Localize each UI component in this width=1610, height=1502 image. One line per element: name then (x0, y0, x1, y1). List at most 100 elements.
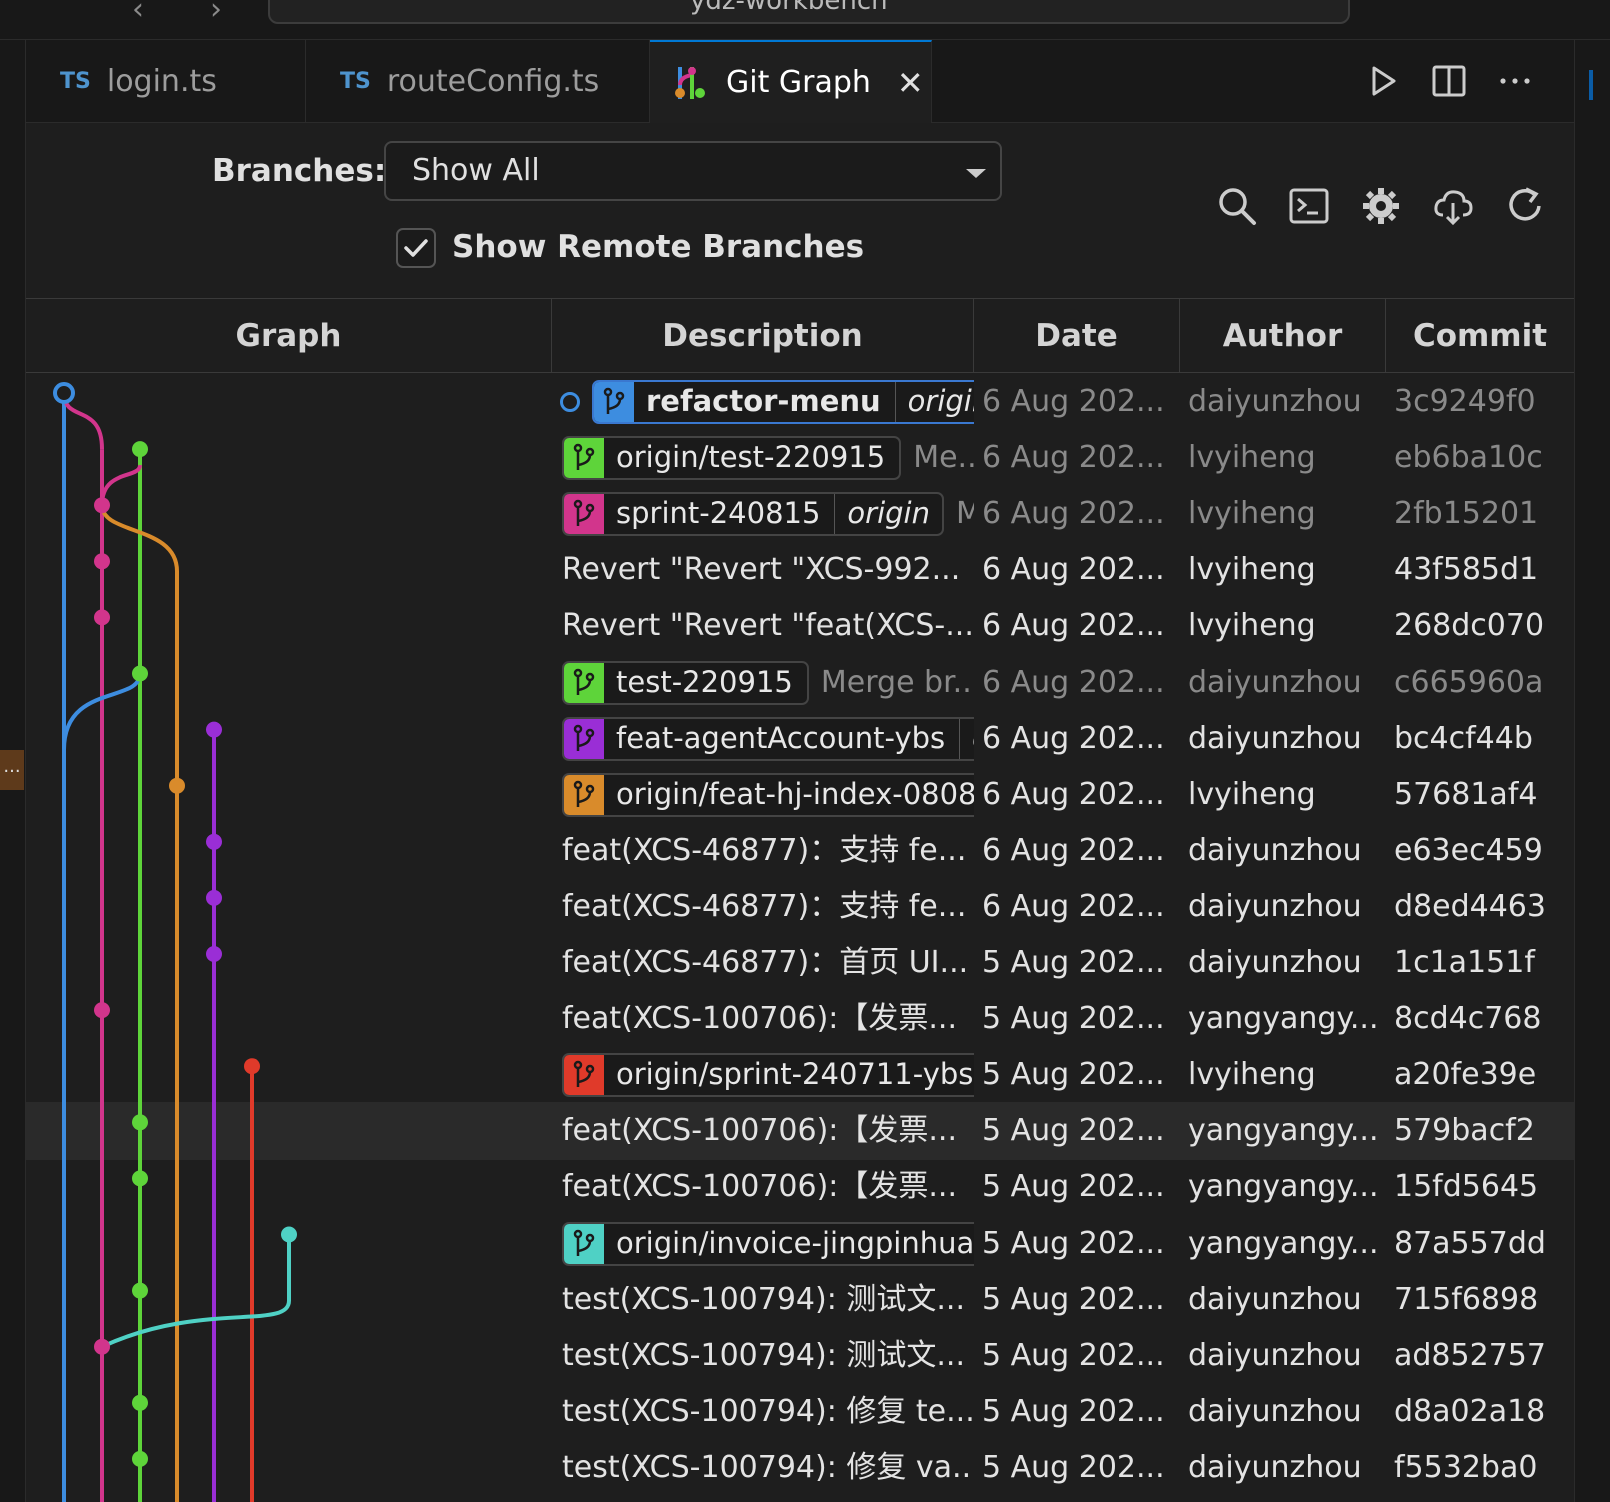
commit-dot[interactable] (206, 833, 222, 850)
commit-hash: 43f585d1 (1394, 552, 1539, 588)
commit-author: daiyunzhou (1188, 888, 1362, 924)
commit-author: lvyiheng (1188, 440, 1316, 476)
title-bar: ‹ › ydz-workbench (0, 0, 1610, 40)
commit-hash: 2fb15201 (1394, 496, 1539, 532)
commit-hash: 715f6898 (1394, 1281, 1539, 1317)
commit-author: yangyangy... (1188, 1169, 1379, 1205)
branch-name: test-220915 (616, 664, 793, 699)
commit-author: daiyunzhou (1188, 1393, 1362, 1429)
branch-icon (564, 1055, 604, 1096)
branch-label[interactable]: feat-agentAccount-ybs or (562, 716, 974, 761)
commit-dot[interactable] (132, 1114, 148, 1131)
commit-dot[interactable] (94, 497, 110, 514)
commit-dot[interactable] (206, 721, 222, 738)
branch-name: refactor-menu (646, 384, 881, 418)
branch-label[interactable]: origin/sprint-240711-ybs (562, 1053, 974, 1098)
commit-date: 6 Aug 202... (982, 552, 1165, 588)
command-center[interactable]: ydz-workbench (268, 0, 1350, 24)
search-icon[interactable] (1216, 185, 1258, 227)
commit-hash: f5532ba0 (1394, 1449, 1538, 1485)
commit-dot[interactable] (53, 382, 75, 404)
branch-label[interactable]: origin/invoice-jingpinhua-2 (562, 1221, 974, 1266)
commit-dot[interactable] (94, 553, 110, 570)
show-remote-branches-checkbox[interactable] (396, 228, 436, 268)
description-cell: feat(XCS-100706):【发票... (552, 1158, 974, 1216)
tab-bar: TS login.ts TS routeConfig.ts Git Graph … (26, 40, 1574, 123)
branches-dropdown[interactable]: Show All (384, 141, 1002, 201)
tab-login-ts[interactable]: TS login.ts (26, 40, 306, 123)
commit-author: daiyunzhou (1188, 1449, 1362, 1485)
tab-git-graph[interactable]: Git Graph ✕ (650, 40, 932, 123)
column-header-author[interactable]: Author (1180, 299, 1386, 373)
commit-dot[interactable] (132, 665, 148, 682)
description-cell: feat(XCS-46877)：支持 fe... (552, 822, 974, 880)
head-indicator-icon (560, 392, 580, 412)
branch-label[interactable]: refactor-menu origin (592, 380, 974, 424)
commit-date: 6 Aug 202... (982, 496, 1165, 532)
description-cell: test(XCS-100794): 测试文... (552, 1271, 974, 1329)
commit-dot[interactable] (244, 1058, 260, 1075)
run-icon[interactable] (1364, 62, 1402, 100)
refresh-icon[interactable] (1504, 185, 1546, 227)
commit-dot[interactable] (132, 1450, 148, 1467)
column-header-graph[interactable]: Graph (26, 299, 552, 373)
fetch-cloud-icon[interactable] (1432, 185, 1474, 227)
commit-dot[interactable] (132, 1394, 148, 1411)
commit-date: 5 Aug 202... (982, 1337, 1165, 1373)
commit-hash: 8cd4c768 (1394, 1001, 1542, 1037)
split-editor-icon[interactable] (1430, 62, 1468, 100)
commit-dot[interactable] (206, 889, 222, 906)
commit-date: 6 Aug 202... (982, 664, 1165, 700)
gutter-badge[interactable]: ... (0, 750, 24, 790)
more-actions-icon[interactable] (1496, 62, 1534, 100)
show-remote-branches-label: Show Remote Branches (452, 229, 865, 265)
commit-date: 5 Aug 202... (982, 945, 1165, 980)
remote-name: or (959, 718, 974, 759)
forward-arrow-icon[interactable]: › (210, 0, 222, 27)
commit-hash: d8ed4463 (1394, 888, 1546, 924)
commit-dot[interactable] (94, 609, 110, 626)
column-header-date[interactable]: Date (974, 299, 1180, 373)
tab-label: Git Graph (726, 65, 871, 100)
description-cell: origin/feat-hj-index-0808 (552, 766, 974, 824)
description-cell: test(XCS-100794): 修复 te... (552, 1383, 974, 1441)
commit-hash: bc4cf44b (1394, 720, 1533, 756)
commit-author: lvyiheng (1188, 608, 1316, 644)
tab-routeconfig-ts[interactable]: TS routeConfig.ts (306, 40, 650, 123)
commit-date: 6 Aug 202... (982, 720, 1165, 756)
commit-author: daiyunzhou (1188, 1281, 1362, 1317)
column-header-commit[interactable]: Commit (1386, 299, 1574, 373)
branch-label[interactable]: origin/feat-hj-index-0808 (562, 772, 974, 817)
commit-dot[interactable] (169, 777, 185, 794)
back-arrow-icon[interactable]: ‹ (132, 0, 144, 27)
commit-dot[interactable] (132, 441, 148, 458)
commit-hash: 1c1a151f (1394, 945, 1535, 980)
commit-message: M. (956, 496, 974, 531)
close-icon[interactable]: ✕ (897, 64, 924, 102)
terminal-icon[interactable] (1288, 185, 1330, 227)
commit-hash: ad852757 (1394, 1337, 1546, 1373)
commit-dot[interactable] (94, 1002, 110, 1019)
branch-name: origin/feat-hj-index-0808 (616, 776, 974, 811)
commit-dot[interactable] (281, 1226, 297, 1243)
commit-hash: c665960a (1394, 664, 1544, 700)
commit-dot[interactable] (132, 1282, 148, 1299)
commit-table: Graph Description Date Author Commit ref… (26, 298, 1574, 1502)
branch-label[interactable]: test-220915 (562, 660, 809, 705)
commit-hash: a20fe39e (1394, 1057, 1537, 1093)
branch-label[interactable]: sprint-240815 origin (562, 492, 944, 537)
graph-toolbar (1216, 185, 1546, 227)
commit-hash: d8a02a18 (1394, 1393, 1546, 1429)
git-graph-controls: Branches: Show All Show Remote Branches (26, 123, 1574, 298)
commit-dot[interactable] (94, 1338, 110, 1355)
commit-message: feat(XCS-100706):【发票... (562, 1001, 957, 1037)
commit-date: 6 Aug 202... (982, 384, 1165, 419)
commit-dot[interactable] (132, 1170, 148, 1187)
description-cell: sprint-240815 origin M. (552, 485, 974, 543)
gear-icon[interactable] (1360, 185, 1402, 227)
commit-dot[interactable] (206, 946, 222, 962)
description-cell: feat(XCS-100706):【发票... (552, 990, 974, 1048)
column-header-description[interactable]: Description (552, 299, 974, 373)
branch-label[interactable]: origin/test-220915 (562, 436, 902, 481)
commit-message: test(XCS-100794): 测试文... (562, 1281, 965, 1317)
